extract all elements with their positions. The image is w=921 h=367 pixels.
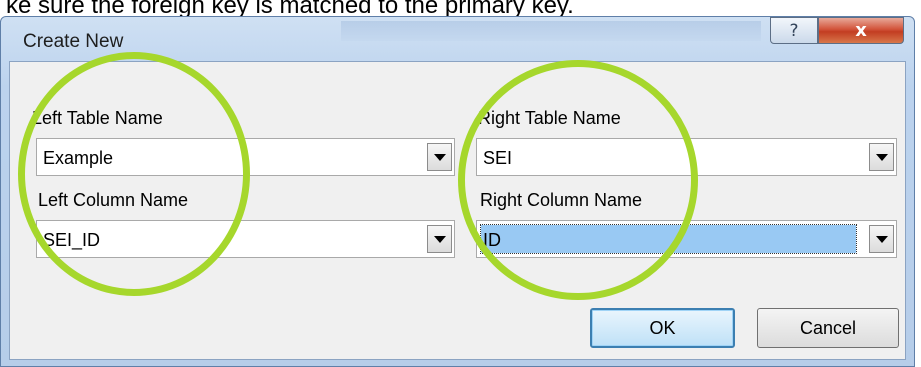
right-table-name-value: SEI	[483, 148, 513, 168]
help-button[interactable]: ?	[770, 17, 818, 44]
close-button[interactable]: x	[818, 17, 904, 44]
dialog-title: Create New	[23, 31, 124, 52]
left-table-name-label: Left Table Name	[32, 108, 163, 128]
right-column-dropdown-button[interactable]	[869, 225, 894, 253]
chevron-down-icon	[875, 153, 888, 161]
right-table-dropdown-button[interactable]	[869, 143, 894, 171]
help-icon: ?	[789, 20, 799, 41]
dialog-body: Left Table Name Example Left Column Name…	[9, 61, 906, 360]
left-table-dropdown-button[interactable]	[427, 143, 452, 171]
right-table-name-combobox[interactable]: SEI	[476, 138, 897, 176]
left-column-dropdown-button[interactable]	[427, 225, 452, 253]
left-column-name-value: SEI_ID	[43, 230, 101, 250]
close-icon: x	[855, 20, 867, 41]
chevron-down-icon	[875, 235, 888, 243]
create-new-dialog: Create New ? x Left Table Name Example L…	[0, 16, 915, 367]
right-column-name-combobox[interactable]: ID	[476, 220, 897, 258]
left-table-name-value: Example	[43, 148, 114, 168]
chevron-down-icon	[433, 153, 446, 161]
left-column-name-label: Left Column Name	[38, 190, 189, 210]
right-column-name-label: Right Column Name	[480, 190, 643, 210]
left-column-name-combobox[interactable]: SEI_ID	[36, 220, 455, 258]
ok-button[interactable]: OK	[590, 308, 735, 348]
right-table-name-label: Right Table Name	[478, 108, 621, 128]
right-column-name-value: ID	[480, 224, 857, 254]
chevron-down-icon	[433, 235, 446, 243]
cancel-button[interactable]: Cancel	[757, 308, 899, 348]
left-table-name-combobox[interactable]: Example	[36, 138, 455, 176]
